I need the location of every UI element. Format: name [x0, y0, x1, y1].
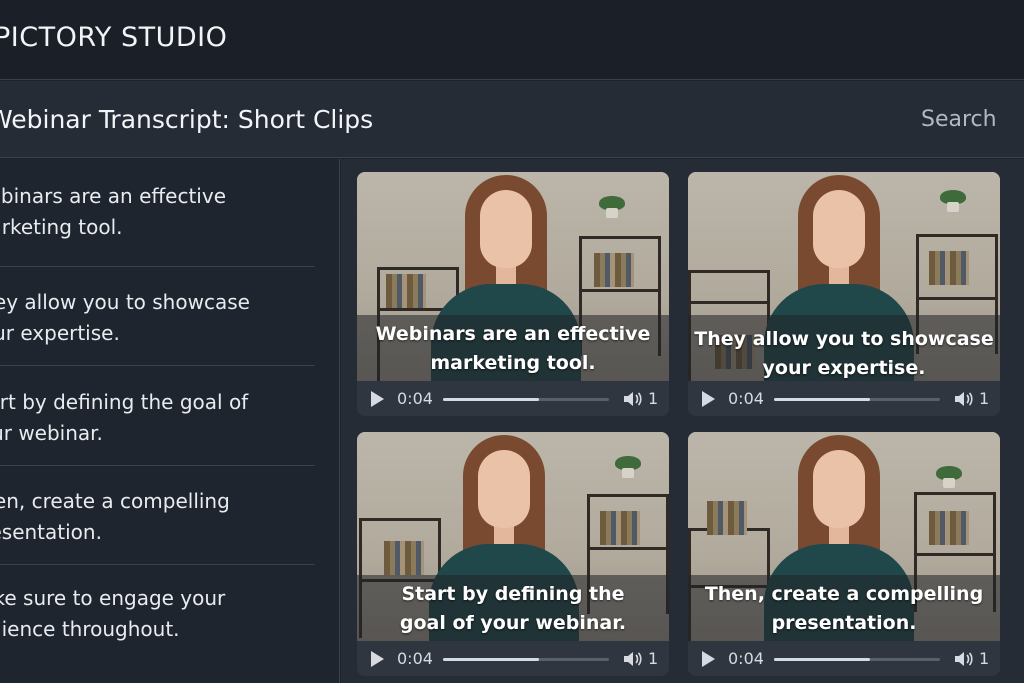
- video-card[interactable]: Then, create a compelling presentation. 0…: [688, 432, 1000, 676]
- video-frame[interactable]: They allow you to showcase your expertise…: [688, 172, 1000, 381]
- progress-bar[interactable]: [443, 658, 609, 661]
- play-icon[interactable]: [371, 391, 384, 407]
- video-card[interactable]: Webinars are an effective marketing tool.…: [357, 172, 669, 416]
- plant: [615, 456, 641, 478]
- volume-icon[interactable]: [954, 390, 974, 408]
- video-controls: 0:04 1: [688, 381, 1000, 416]
- volume-value: 1: [648, 649, 659, 668]
- transcript-item[interactable]: Start by defining the goal ofyour webina…: [0, 366, 315, 466]
- video-frame[interactable]: Then, create a compelling presentation.: [688, 432, 1000, 641]
- volume-icon[interactable]: [623, 650, 643, 668]
- time-display: 0:04: [397, 389, 433, 408]
- video-frame[interactable]: Start by defining the goal of your webina…: [357, 432, 669, 641]
- page-title: Webinar Transcript: Short Clips: [0, 105, 374, 134]
- video-card[interactable]: Start by defining the goal of your webina…: [357, 432, 669, 676]
- video-controls: 0:04 1: [688, 641, 1000, 676]
- transcript-item[interactable]: They allow you to showcaseyour expertise…: [0, 267, 315, 366]
- transcript-sidebar: Webinars are an effectivemarketing tool.…: [0, 159, 340, 683]
- video-caption: Start by defining the goal of your webina…: [399, 583, 627, 634]
- video-controls: 0:04 1: [357, 381, 669, 416]
- plant: [599, 196, 625, 218]
- time-display: 0:04: [397, 649, 433, 668]
- video-card[interactable]: They allow you to showcase your expertise…: [688, 172, 1000, 416]
- transcript-item[interactable]: Then, create a compellingpresentation.: [0, 466, 315, 565]
- search-input[interactable]: Search: [921, 107, 997, 132]
- transcript-item[interactable]: Make sure to engage youraudience through…: [0, 565, 315, 683]
- transcript-text: Make sure to engage youraudience through…: [0, 586, 226, 641]
- volume-icon[interactable]: [623, 390, 643, 408]
- play-icon[interactable]: [371, 651, 384, 667]
- plant: [940, 190, 966, 212]
- play-icon[interactable]: [702, 391, 715, 407]
- volume-value: 1: [979, 389, 990, 408]
- transcript-item[interactable]: Webinars are an effectivemarketing tool.: [0, 159, 315, 267]
- transcript-text: Start by defining the goal ofyour webina…: [0, 390, 249, 445]
- app-title: PICTORY STUDIO: [0, 22, 228, 53]
- video-frame[interactable]: Webinars are an effective marketing tool.: [357, 172, 669, 381]
- volume-value: 1: [648, 389, 659, 408]
- top-bar: PICTORY STUDIO: [0, 0, 1024, 80]
- plant: [936, 466, 962, 488]
- volume-value: 1: [979, 649, 990, 668]
- progress-bar[interactable]: [774, 398, 940, 401]
- page-header: Webinar Transcript: Short Clips Search: [0, 81, 1024, 158]
- video-caption: Webinars are an effective marketing tool.: [375, 323, 651, 374]
- time-display: 0:04: [728, 389, 764, 408]
- volume-icon[interactable]: [954, 650, 974, 668]
- transcript-text: They allow you to showcaseyour expertise…: [0, 290, 250, 345]
- video-caption: Then, create a compelling presentation.: [704, 583, 984, 634]
- video-caption: They allow you to showcase your expertise…: [694, 328, 994, 379]
- transcript-text: Webinars are an effectivemarketing tool.: [0, 184, 227, 239]
- progress-bar[interactable]: [443, 398, 609, 401]
- clips-grid: Webinars are an effective marketing tool.…: [341, 159, 1024, 683]
- play-icon[interactable]: [702, 651, 715, 667]
- transcript-text: Then, create a compellingpresentation.: [0, 489, 230, 544]
- time-display: 0:04: [728, 649, 764, 668]
- video-controls: 0:04 1: [357, 641, 669, 676]
- progress-bar[interactable]: [774, 658, 940, 661]
